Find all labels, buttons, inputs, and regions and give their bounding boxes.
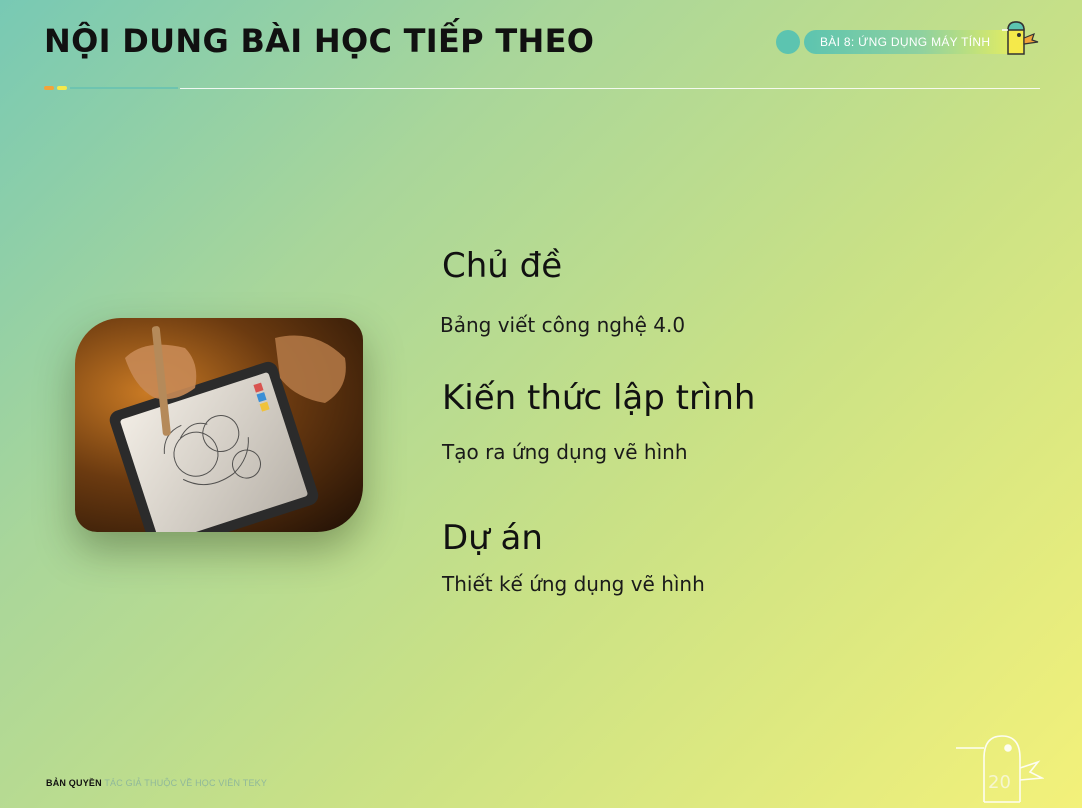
section-project-body: Thiết kế ứng dụng vẽ hình [442,572,705,596]
accent-yellow [57,86,67,90]
page-number: 20 [988,772,1011,793]
section-programming-body: Tạo ra ứng dụng vẽ hình [442,440,688,464]
header-accent-bar [44,86,178,90]
section-text: Tạo ra ứng dụng vẽ hình [442,440,688,464]
section-text: Thiết kế ứng dụng vẽ hình [442,572,705,596]
mascot-icon [1002,21,1039,55]
section-heading: Chủ đề [442,246,563,286]
section-topic: Chủ đề [442,246,562,286]
accent-teal [70,87,178,89]
accent-orange [44,86,54,90]
copyright-text: TÁC GIẢ THUỘC VỀ HỌC VIÊN TEKY [104,778,268,788]
tablet-drawing-photo [75,318,363,532]
copyright-label: BẢN QUYỀN [46,778,102,788]
section-heading: Dự án [442,518,543,558]
lesson-badge: BÀI 8: ỨNG DỤNG MÁY TÍNH [776,21,1046,56]
section-project: Dự án [442,518,543,558]
section-programming: Kiến thức lập trình [442,378,755,418]
section-topic-body: Bảng viết công nghệ 4.0 [440,313,685,337]
section-heading: Kiến thức lập trình [442,378,756,418]
section-text: Bảng viết công nghệ 4.0 [440,313,686,337]
page-title: NỘI DUNG BÀI HỌC TIẾP THEO [44,22,595,60]
lesson-label: BÀI 8: ỨNG DỤNG MÁY TÍNH [820,35,991,49]
copyright-footer: BẢN QUYỀN TÁC GIẢ THUỘC VỀ HỌC VIÊN TEKY [46,778,267,788]
badge-dot [776,30,800,54]
photo-illustration [109,326,346,532]
header-divider [180,88,1040,89]
